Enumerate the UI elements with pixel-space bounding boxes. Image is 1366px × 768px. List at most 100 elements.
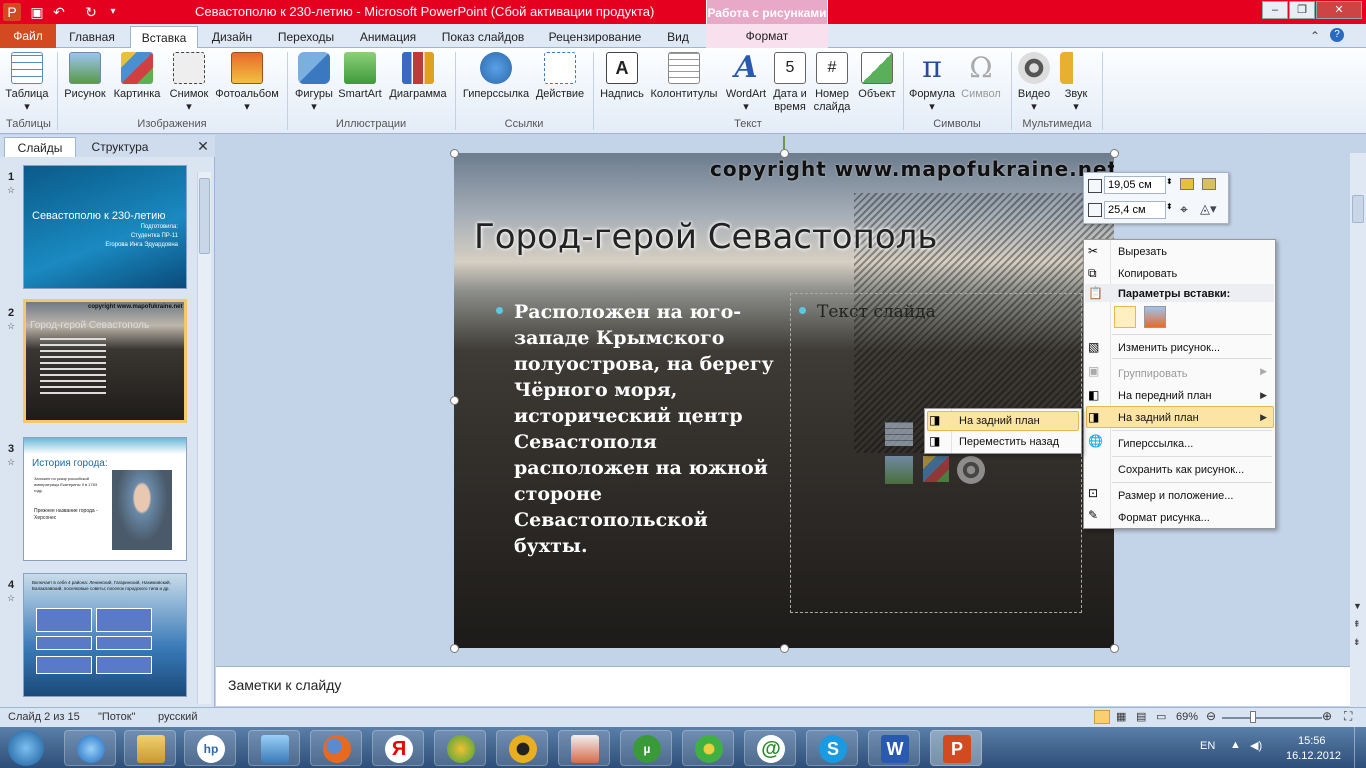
close-icon[interactable]: ✕ [196,138,210,154]
taskbar-ie[interactable] [64,730,116,766]
headerfooter-button[interactable]: Колонтитулы [648,52,720,114]
menu-copy[interactable]: Копировать [1118,268,1177,280]
taskbar-yandex[interactable]: Я [372,730,424,766]
save-icon[interactable]: ▣ [28,3,46,21]
resize-handle-nw[interactable] [450,149,459,158]
slidenumber-button[interactable]: # Номер слайда [812,52,852,114]
customize-qat-icon[interactable]: ▾ [104,3,122,21]
volume-icon[interactable]: ◀) [1250,739,1262,752]
crop-icon[interactable]: ⌖ [1180,201,1188,218]
resize-handle-n[interactable] [780,149,789,158]
symbol-button[interactable]: Ω Символ [958,52,1004,114]
shape-fill-icon[interactable]: ◬▾ [1200,201,1217,217]
slides-pane-scrollbar[interactable] [197,172,211,704]
status-theme[interactable]: "Поток" [98,711,135,723]
taskbar-app[interactable] [434,730,486,766]
audio-button[interactable]: Звук ▾ [1056,52,1096,114]
textbox-button[interactable]: A Надпись [597,52,647,114]
submenu-send-to-back[interactable]: На задний план [959,415,1040,427]
scroll-down-arrow-icon[interactable]: ▼ [1353,601,1362,611]
show-desktop-button[interactable] [1354,727,1366,768]
taskbar-utorrent[interactable]: µ [620,730,672,766]
taskbar-skype[interactable]: S [806,730,858,766]
taskbar-mailagent[interactable]: @ [744,730,796,766]
menu-save-as-picture[interactable]: Сохранить как рисунок... [1118,464,1244,476]
fit-slide-icon[interactable]: ⛶ [1344,709,1352,724]
close-window-icon[interactable]: ✕ [1316,1,1362,19]
height-input[interactable]: 19,05 см [1104,176,1166,194]
shapes-button[interactable]: Фигуры ▾ [292,52,336,114]
clock-time[interactable]: 15:56 [1298,735,1326,747]
tab-slides[interactable]: Слайды [4,137,76,157]
taskbar-viewer[interactable] [558,730,610,766]
undo-icon[interactable]: ↶ [50,3,68,21]
editor-scrollbar[interactable]: ▼ ⇞ ⇟ [1350,153,1366,708]
resize-handle-se[interactable] [1110,644,1119,653]
video-button[interactable]: Видео ▾ [1014,52,1054,114]
bring-forward-icon[interactable] [1180,178,1194,190]
picture-button[interactable]: Рисунок [62,52,108,114]
tab-view[interactable]: Вид [656,26,700,48]
slide-thumbnail-2[interactable]: copyright www.mapofukraine.net Город-гер… [23,299,187,423]
slide-canvas[interactable]: copyright www.mapofukraine.net Город-гер… [454,153,1114,648]
tab-home[interactable]: Главная [62,26,122,48]
zoom-in-icon[interactable]: ⊕ [1322,709,1332,723]
screenshot-button[interactable]: Снимок ▾ [166,52,212,114]
menu-send-back[interactable]: На задний план [1118,412,1199,424]
notes-pane[interactable]: Заметки к слайду [216,666,1350,706]
tray-arrow-icon[interactable]: ▲ [1230,739,1241,751]
tab-outline[interactable]: Структура [82,137,158,157]
zoom-out-icon[interactable]: ⊖ [1206,709,1216,723]
send-backward-icon[interactable] [1202,178,1216,190]
redo-icon[interactable]: ↻ [82,3,100,21]
resize-handle-sw[interactable] [450,644,459,653]
menu-group[interactable]: Группировать [1118,368,1188,380]
wordart-button[interactable]: A WordArt ▾ [722,52,770,114]
photoalbum-button[interactable]: Фотоальбом ▾ [212,52,282,114]
resize-handle-ne[interactable] [1110,149,1119,158]
taskbar-icq[interactable] [682,730,734,766]
next-slide-icon[interactable]: ⇟ [1353,637,1361,648]
submenu-send-backward[interactable]: Переместить назад [959,436,1059,448]
taskbar-firefox[interactable] [310,730,362,766]
menu-cut[interactable]: Вырезать [1118,246,1167,258]
zoom-slider[interactable] [1222,717,1322,719]
tab-slideshow[interactable]: Показ слайдов [432,26,534,48]
reading-view-icon[interactable]: ▤ [1136,710,1146,723]
slide-thumbnail-4[interactable]: Включает в себя 4 района: Ленинский, Гаг… [23,573,187,697]
language-indicator[interactable]: EN [1200,740,1215,752]
width-input[interactable]: 25,4 см [1104,201,1166,219]
chart-button[interactable]: Диаграмма [386,52,450,114]
smartart-button[interactable]: SmartArt [336,52,384,114]
prev-slide-icon[interactable]: ⇞ [1353,619,1361,630]
slide-thumbnail-1[interactable]: Севастополю к 230-летию Подготовила: Сту… [23,165,187,289]
clipart-button[interactable]: Картинка [110,52,164,114]
taskbar-hp[interactable]: hp [184,730,236,766]
height-spinner-icon[interactable]: ⬍ [1166,177,1173,186]
paste-picture-icon[interactable] [1144,306,1166,328]
normal-view-icon[interactable] [1094,710,1110,724]
table-button[interactable]: Таблица ▾ [4,52,50,114]
slide-body-text[interactable]: Расположен на юго-западе Крымского полуо… [514,299,784,559]
menu-size-position[interactable]: Размер и положение... [1118,490,1233,502]
minimize-ribbon-icon[interactable]: ⌃ [1310,29,1320,43]
object-button[interactable]: Объект [854,52,900,114]
scroll-thumb[interactable] [199,178,210,254]
width-spinner-icon[interactable]: ⬍ [1166,202,1173,211]
taskbar-explorer[interactable] [124,730,176,766]
insert-media-icon[interactable] [957,456,985,484]
taskbar-media[interactable] [496,730,548,766]
tab-insert[interactable]: Вставка [130,26,198,49]
tab-review[interactable]: Рецензирование [542,26,648,48]
taskbar-word[interactable]: W [868,730,920,766]
insert-table-icon[interactable] [885,422,913,446]
slideshow-icon[interactable]: ▭ [1156,710,1166,723]
slide-title[interactable]: Город-герой Севастополь [474,217,937,257]
resize-handle-w[interactable] [450,396,459,405]
powerpoint-logo-icon[interactable]: P [3,3,21,21]
minimize-icon[interactable]: – [1262,1,1288,19]
tab-transitions[interactable]: Переходы [268,26,344,48]
zoom-level[interactable]: 69% [1176,711,1198,723]
tab-file[interactable]: Файл [0,24,56,48]
tab-animation[interactable]: Анимация [352,26,424,48]
